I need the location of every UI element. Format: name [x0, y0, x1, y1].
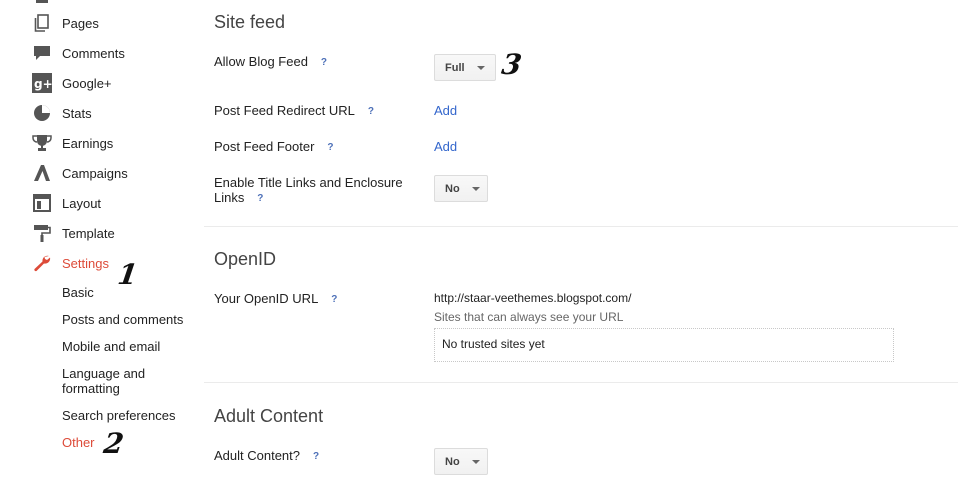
section-title-openid: OpenID — [214, 249, 277, 269]
sidebar-item-campaigns[interactable]: Campaigns — [32, 162, 128, 184]
trusted-sites-empty-text: No trusted sites yet — [442, 337, 545, 351]
sidebar-item-pages[interactable]: Pages — [32, 12, 99, 34]
sidebar-item-stats[interactable]: Stats — [32, 102, 92, 124]
section-title-site-feed: Site feed — [214, 12, 286, 32]
post-feed-redirect-add-link[interactable]: Add — [434, 103, 457, 118]
annotation-2: 2 — [101, 427, 126, 460]
allow-blog-feed-text: Allow Blog Feed — [214, 54, 308, 69]
settings-subitem-basic[interactable]: Basic — [62, 285, 194, 300]
sidebar-item-earnings[interactable]: Earnings — [32, 132, 113, 154]
section-divider — [204, 382, 958, 383]
allow-blog-feed-value: Full — [445, 61, 465, 74]
title-links-text: Enable Title Links and Enclosure Links — [214, 175, 403, 205]
openid-url-value: http://staar-veethemes.blogspot.com/ — [434, 291, 632, 305]
annotation-3: 3 — [499, 48, 524, 81]
sidebar-item-comments[interactable]: Comments — [32, 42, 125, 64]
settings-subitem-mobile-and-email[interactable]: Mobile and email — [62, 339, 194, 354]
google-plus-icon: g+ — [32, 73, 52, 93]
post-feed-footer-add-link[interactable]: Add — [434, 139, 457, 154]
help-icon[interactable]: ? — [254, 191, 266, 206]
sidebar-item-label: Earnings — [62, 135, 114, 151]
settings-subitem-other[interactable]: Other — [62, 435, 194, 450]
pages-icon — [32, 13, 52, 33]
cut-off-icon — [36, 0, 48, 3]
adult-content-value: No — [445, 455, 460, 468]
adult-content-text: Adult Content? — [214, 448, 301, 463]
svg-text:g+: g+ — [34, 77, 52, 91]
sidebar-item-label: Stats — [62, 105, 92, 121]
stats-icon — [32, 103, 52, 123]
allow-blog-feed-label: Allow Blog Feed? — [214, 54, 330, 70]
sidebar-item-label: Layout — [62, 195, 102, 211]
adult-content-label: Adult Content?? — [214, 448, 322, 464]
help-icon[interactable]: ? — [324, 140, 336, 155]
settings-subitem-language-and-formatting[interactable]: Language and formatting — [62, 366, 172, 396]
sidebar-item-google-plus[interactable]: g+ Google+ — [32, 72, 112, 94]
section-divider — [204, 226, 958, 227]
campaigns-icon — [32, 163, 52, 183]
openid-url-text: Your OpenID URL — [214, 291, 319, 306]
chevron-down-icon — [476, 65, 485, 70]
sidebar-item-label: Settings — [62, 255, 109, 271]
layout-icon — [32, 193, 52, 213]
trophy-icon — [32, 133, 52, 153]
help-icon[interactable]: ? — [328, 292, 340, 307]
post-feed-footer-text: Post Feed Footer — [214, 139, 315, 154]
sidebar-item-template[interactable]: Template — [32, 222, 115, 244]
comments-icon — [32, 43, 52, 63]
sidebar-item-label: Pages — [62, 15, 99, 31]
sidebar-item-layout[interactable]: Layout — [32, 192, 101, 214]
post-feed-redirect-text: Post Feed Redirect URL — [214, 103, 355, 118]
title-links-select[interactable]: No — [434, 175, 488, 202]
settings-subitem-posts-and-comments[interactable]: Posts and comments — [62, 312, 194, 327]
settings-subitem-search-preferences[interactable]: Search preferences — [62, 408, 194, 423]
help-icon[interactable]: ? — [310, 449, 322, 464]
chevron-down-icon — [471, 459, 480, 464]
sidebar: Pages Comments g+ Google+ Stats Earnings… — [0, 0, 200, 491]
settings-main: Site feed Allow Blog Feed? Full 3 Post F… — [204, 0, 958, 491]
trusted-sites-hint: Sites that can always see your URL — [434, 310, 624, 324]
sidebar-item-settings[interactable]: Settings — [32, 252, 109, 274]
section-title-adult-content: Adult Content — [214, 406, 324, 426]
sidebar-item-label: Comments — [62, 45, 125, 61]
post-feed-redirect-label: Post Feed Redirect URL? — [214, 103, 377, 119]
title-links-value: No — [445, 182, 460, 195]
allow-blog-feed-select[interactable]: Full — [434, 54, 496, 81]
sidebar-item-label: Template — [62, 225, 115, 241]
chevron-down-icon — [471, 186, 480, 191]
adult-content-select[interactable]: No — [434, 448, 488, 475]
wrench-icon — [32, 253, 52, 273]
sidebar-item-label: Google+ — [62, 75, 112, 91]
trusted-sites-box: No trusted sites yet — [434, 328, 894, 362]
paint-roller-icon — [32, 223, 52, 243]
openid-url-label: Your OpenID URL? — [214, 291, 340, 307]
help-icon[interactable]: ? — [365, 104, 377, 119]
help-icon[interactable]: ? — [318, 55, 330, 70]
post-feed-footer-label: Post Feed Footer? — [214, 139, 336, 155]
title-links-label: Enable Title Links and Enclosure Links? — [214, 175, 414, 206]
sidebar-item-label: Campaigns — [62, 165, 128, 181]
